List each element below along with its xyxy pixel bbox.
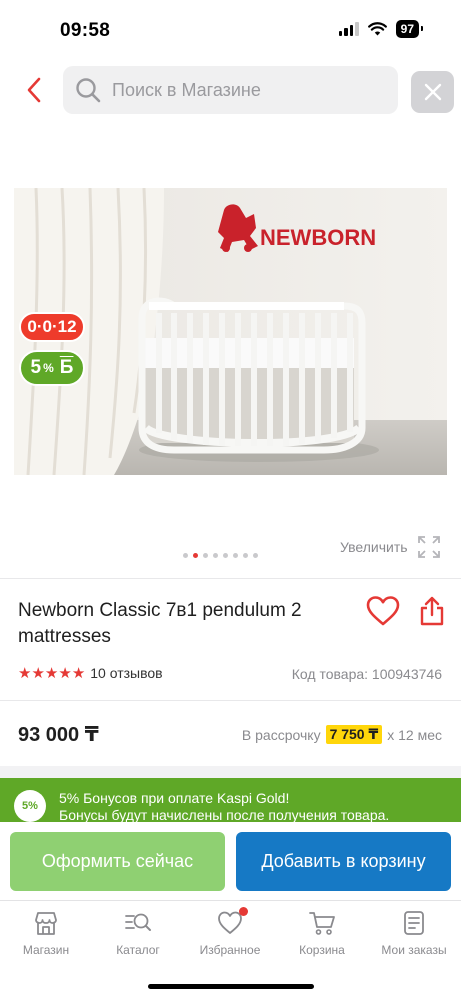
search-icon	[76, 78, 101, 103]
heart-outline-icon	[366, 596, 400, 626]
search-input[interactable]	[112, 79, 372, 101]
carousel-dot[interactable]	[243, 553, 248, 558]
buy-now-button[interactable]: Оформить сейчас	[10, 832, 225, 891]
battery-icon: 97	[395, 20, 424, 38]
carousel-dot[interactable]	[223, 553, 228, 558]
product-title: Newborn Classic 7в1 pendulum 2 mattresse…	[18, 600, 302, 647]
star-icon: ★	[58, 665, 71, 682]
tab-label: Корзина	[299, 943, 345, 957]
installment-suffix: х 12 мес	[387, 726, 442, 743]
search-box[interactable]	[63, 66, 398, 114]
product-price: 93 000 ₸	[18, 724, 99, 746]
notification-dot	[239, 907, 248, 916]
carousel-dot[interactable]	[183, 553, 188, 558]
bonus-badge: 5% Б	[19, 350, 85, 386]
reviews-link[interactable]: 10 отзывов	[90, 665, 162, 681]
zoom-button[interactable]: Увеличить	[340, 536, 440, 558]
chevron-left-icon	[27, 77, 41, 103]
divider	[0, 700, 461, 701]
share-icon	[420, 596, 444, 626]
close-icon	[424, 83, 441, 101]
favorites-icon-wrap	[216, 907, 248, 937]
product-code: Код товара: 100943746	[291, 666, 442, 682]
bonus-percent-icon: 5%	[14, 790, 46, 822]
tab-store[interactable]: Магазин	[0, 909, 92, 957]
status-bar: 09:58 97	[0, 0, 461, 60]
orders-icon	[404, 911, 424, 935]
rating-row: ★ ★ ★ ★ ★ 10 отзывов	[18, 664, 163, 682]
carousel-dot[interactable]	[213, 553, 218, 558]
catalog-search-icon	[125, 913, 151, 931]
bonus-banner[interactable]: 5% 5% Бонусов при оплате Kaspi Gold! Бон…	[0, 778, 461, 826]
installment-prefix: В рассрочку	[241, 726, 321, 743]
carousel-dot-active[interactable]	[193, 553, 198, 558]
status-icons: 97	[338, 20, 424, 38]
tab-catalog[interactable]: Каталог	[92, 909, 184, 957]
bonus-badge-suffix: %	[43, 361, 54, 375]
star-icon: ★	[31, 665, 44, 682]
installment-info[interactable]: В рассрочку 7 750 ₸ х 12 мес	[242, 725, 442, 744]
carousel-dots[interactable]	[183, 553, 258, 558]
favorite-button[interactable]	[366, 596, 400, 630]
bonus-badge-value: 5	[30, 357, 42, 378]
home-indicator	[148, 984, 314, 989]
star-icon: ★	[18, 665, 31, 682]
carousel-dot[interactable]	[253, 553, 258, 558]
tab-label: Мои заказы	[381, 943, 447, 957]
bonus-banner-title: 5% Бонусов при оплате Kaspi Gold!	[59, 790, 290, 806]
star-icon: ★	[44, 665, 58, 682]
zoom-label: Увеличить	[340, 539, 408, 555]
installment-badge: 0·0·12	[19, 312, 85, 342]
tab-cart[interactable]: Корзина	[276, 909, 368, 957]
cart-icon	[309, 912, 335, 935]
star-icon: ★	[71, 665, 85, 682]
action-bar: Оформить сейчас Добавить в корзину	[0, 822, 461, 900]
carousel-dot[interactable]	[233, 553, 238, 558]
bonus-banner-subtitle: Бонусы будут начислены после получения т…	[59, 807, 390, 823]
section-separator	[0, 766, 461, 778]
tab-label: Каталог	[116, 943, 160, 957]
back-button[interactable]	[18, 72, 50, 108]
share-button[interactable]	[419, 596, 447, 628]
tab-label: Избранное	[199, 943, 261, 957]
wifi-icon	[367, 22, 387, 36]
tab-orders[interactable]: Мои заказы	[368, 909, 460, 957]
expand-icon	[417, 536, 440, 558]
bonus-badge-currency: Б	[59, 357, 74, 378]
carousel-dot[interactable]	[203, 553, 208, 558]
add-to-cart-button[interactable]: Добавить в корзину	[236, 832, 451, 891]
status-time: 09:58	[60, 20, 111, 41]
tab-favorites[interactable]: Избранное	[184, 907, 276, 957]
store-icon	[35, 912, 57, 935]
tab-label: Магазин	[22, 943, 70, 957]
svg-text:NEWBORN: NEWBORN	[260, 225, 376, 250]
close-search-button[interactable]	[411, 71, 454, 113]
divider	[0, 578, 461, 579]
cellular-signal-icon	[338, 22, 359, 36]
installment-amount: 7 750 ₸	[325, 725, 383, 744]
rating-stars: ★ ★ ★ ★ ★	[18, 664, 85, 682]
